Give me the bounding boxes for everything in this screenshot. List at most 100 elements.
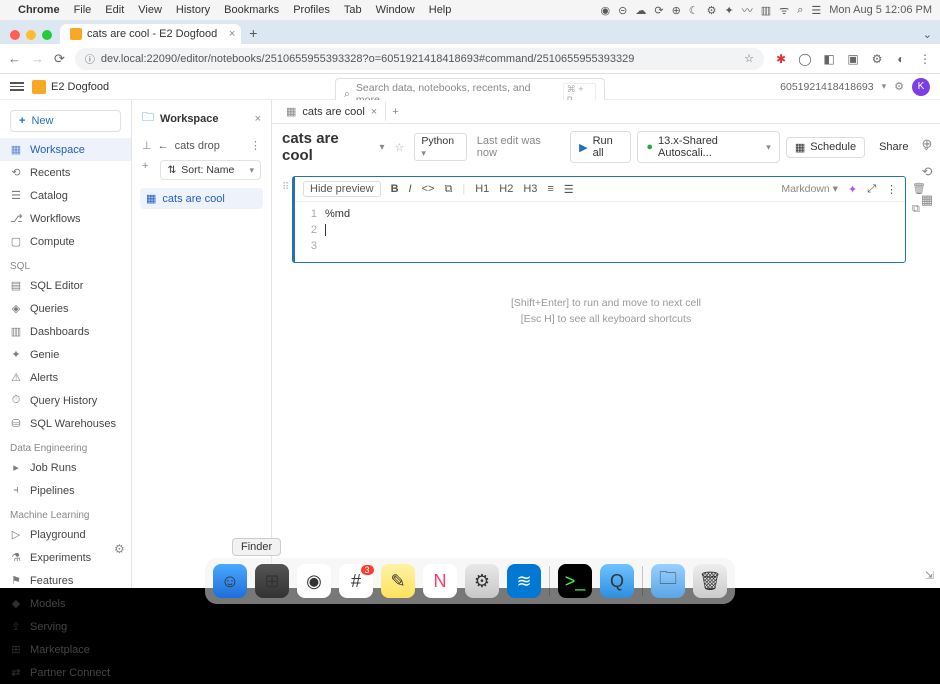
menu-tab[interactable]: Tab (344, 4, 362, 16)
back-button[interactable]: ← (8, 51, 21, 66)
collapse-icon[interactable]: ⇲ (925, 569, 934, 582)
extension-icon[interactable]: ✱ (774, 52, 788, 66)
sidebar-item-serving[interactable]: ⇪Serving (0, 615, 131, 638)
tabs-overflow-icon[interactable]: ⌄ (923, 28, 932, 41)
ul-button[interactable]: ≡ (547, 183, 553, 195)
settings-icon[interactable]: ⚙ (894, 80, 904, 93)
tree-icon[interactable]: ⊥ (142, 139, 152, 152)
sidebar-item-queries[interactable]: ◈Queries (0, 297, 131, 320)
clock[interactable]: Mon Aug 5 12:06 PM (829, 4, 932, 16)
schedule-button[interactable]: ▦ Schedule (786, 137, 865, 158)
product-brand[interactable]: E2 Dogfood (32, 80, 109, 94)
chrome-menu-icon[interactable]: ⋮ (918, 52, 932, 66)
status-icon[interactable]: ☁ (635, 4, 646, 17)
back-icon[interactable]: ← (158, 140, 169, 152)
new-button[interactable]: + New (10, 110, 121, 132)
sidebar-settings-icon[interactable]: ⚙ (114, 542, 125, 556)
search-icon[interactable]: ⌕ (797, 4, 803, 17)
menu-help[interactable]: Help (429, 4, 452, 16)
status-icon[interactable]: ⚙ (707, 4, 717, 17)
ai-assist-icon[interactable]: ✦ (848, 183, 857, 196)
dock-terminal[interactable]: >_ (558, 564, 592, 598)
sidebar-item-compute[interactable]: ▢Compute (0, 230, 131, 253)
language-selector[interactable]: Python ▾ (414, 133, 466, 161)
h1-button[interactable]: H1 (475, 183, 489, 195)
browser-tab[interactable]: cats are cool - E2 Dogfood × (60, 24, 241, 44)
dock-news[interactable]: N (423, 564, 457, 598)
sidebar-item-features[interactable]: ⚑Features (0, 569, 131, 592)
breadcrumb[interactable]: cats drop (175, 140, 220, 152)
dock-chrome[interactable]: ◉ (297, 564, 331, 598)
extension-icon[interactable]: ◯ (798, 52, 812, 66)
menu-view[interactable]: View (138, 4, 162, 16)
code-button[interactable]: <> (422, 183, 435, 195)
new-tab-icon[interactable]: + (392, 106, 398, 118)
sidebar-item-alerts[interactable]: ⚠Alerts (0, 366, 131, 389)
dock-downloads[interactable]: 🗀 (651, 564, 685, 598)
code-editor[interactable]: %md (325, 206, 905, 254)
sidebar-item-sql-editor[interactable]: ▤SQL Editor (0, 274, 131, 297)
new-tab-button[interactable]: + (249, 25, 257, 41)
dock-vscode[interactable]: ≋ (507, 564, 541, 598)
window-zoom[interactable] (42, 30, 52, 40)
sidebar-item-sql-warehouses[interactable]: ⛁SQL Warehouses (0, 412, 131, 435)
extensions-icon[interactable]: ⚙ (870, 52, 884, 66)
sidebar-item-experiments[interactable]: ⚗Experiments (0, 546, 131, 569)
dock-trash[interactable]: 🗑 (693, 564, 727, 598)
sidebar-item-pipelines[interactable]: ⫞Pipelines (0, 479, 131, 502)
sidebar-item-genie[interactable]: ✦Genie (0, 343, 131, 366)
hide-preview-button[interactable]: Hide preview (303, 181, 381, 197)
italic-button[interactable]: I (409, 183, 412, 195)
site-info-icon[interactable]: ⓘ (85, 51, 95, 66)
share-button[interactable]: Share (871, 138, 916, 156)
panel-close-icon[interactable]: × (255, 113, 261, 125)
sidebar-item-workflows[interactable]: ⎇Workflows (0, 207, 131, 230)
dock-notes[interactable]: ✎ (381, 564, 415, 598)
bookmark-icon[interactable]: ☆ (744, 52, 754, 65)
markdown-cell[interactable]: Hide preview B I <> ⧉ | H1 H2 H3 ≡ ☰ Mar… (292, 176, 906, 263)
notebook-title[interactable]: cats are cool (282, 130, 369, 164)
sidebar-item-marketplace[interactable]: ⊞Marketplace (0, 638, 131, 661)
address-bar[interactable]: ⓘ dev.local:22090/editor/notebooks/25106… (75, 48, 764, 70)
profile-icon[interactable]: ◐ (894, 52, 908, 66)
menu-bookmarks[interactable]: Bookmarks (224, 4, 279, 16)
tab-close-icon[interactable]: × (371, 106, 377, 118)
reload-button[interactable]: ⟳ (54, 51, 65, 67)
menu-file[interactable]: File (74, 4, 92, 16)
status-icon[interactable]: ▥ (761, 4, 771, 17)
extension-icon[interactable]: ◧ (822, 52, 836, 66)
notebook-tab[interactable]: ▦ cats are cool × (278, 102, 386, 121)
history-icon[interactable]: ⟲ (922, 164, 933, 180)
status-icon[interactable]: 〰 (742, 2, 753, 18)
menu-profiles[interactable]: Profiles (293, 4, 330, 16)
cell-type-select[interactable]: Markdown ▾ (781, 183, 838, 195)
sidebar-item-workspace[interactable]: ▦Workspace (0, 138, 131, 161)
wifi-icon[interactable]: ᯤ (779, 3, 789, 18)
expand-icon[interactable]: ⤢ (867, 183, 876, 196)
star-icon[interactable]: ☆ (395, 141, 405, 154)
more-icon[interactable]: ⋮ (250, 139, 261, 152)
extension-icon[interactable]: ▣ (846, 52, 860, 66)
variables-icon[interactable]: ▦ (921, 192, 933, 208)
status-icon[interactable]: ◉ (601, 4, 611, 17)
comments-icon[interactable]: ⊕ (922, 136, 933, 152)
status-icon[interactable]: ⟳ (654, 4, 663, 17)
window-minimize[interactable] (26, 30, 36, 40)
compute-selector[interactable]: ● 13.x-Shared Autoscali... ▾ (637, 131, 779, 163)
menu-window[interactable]: Window (376, 4, 415, 16)
status-icon[interactable]: ⊕ (672, 4, 681, 17)
sidebar-item-dashboards[interactable]: ▥Dashboards (0, 320, 131, 343)
sidebar-item-job-runs[interactable]: ▸Job Runs (0, 456, 131, 479)
menu-app[interactable]: Chrome (18, 4, 60, 16)
workspace-file[interactable]: ▦ cats are cool (140, 188, 263, 209)
sidebar-item-query-history[interactable]: ⏱Query History (0, 389, 131, 412)
menu-edit[interactable]: Edit (105, 4, 124, 16)
sidebar-item-playground[interactable]: ▷Playground (0, 523, 131, 546)
add-icon[interactable]: + (138, 156, 152, 184)
sidebar-item-catalog[interactable]: ☰Catalog (0, 184, 131, 207)
window-close[interactable] (10, 30, 20, 40)
avatar[interactable]: K (912, 78, 930, 96)
chevron-down-icon[interactable]: ▾ (882, 81, 887, 92)
control-center-icon[interactable]: ☰ (811, 4, 821, 17)
run-all-button[interactable]: ▶ Run all (570, 131, 631, 163)
